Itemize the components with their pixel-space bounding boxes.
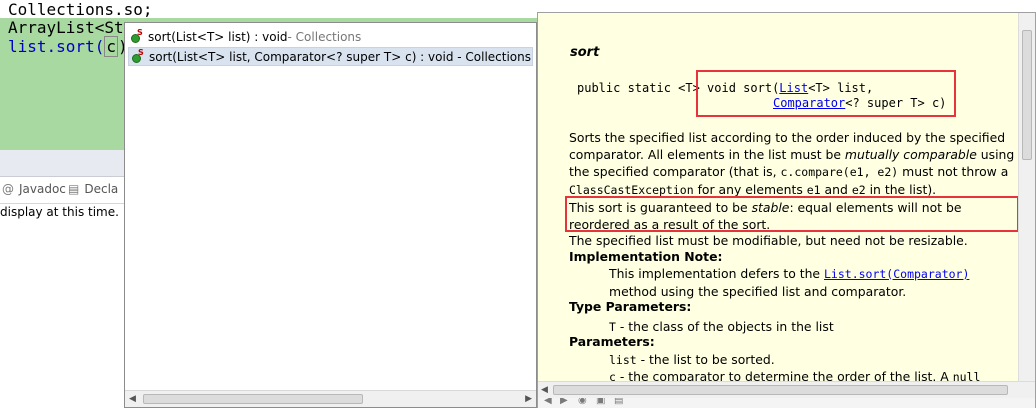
code-line-2[interactable]: ArrayList<St: [8, 19, 124, 37]
params-header: Parameters:: [569, 334, 655, 349]
at-icon: @: [2, 182, 14, 196]
javadoc-hover-popup[interactable]: sort public static <T> void sort(List<T>…: [537, 12, 1036, 408]
code-line-1[interactable]: Collections.so;: [8, 1, 153, 19]
code-text: list.sort(: [8, 37, 105, 56]
tab-javadoc[interactable]: @ Javadoc: [2, 182, 66, 196]
public-static-method-icon: S: [131, 48, 144, 63]
stability-highlight-box: [565, 196, 1019, 232]
list-sort-link[interactable]: List.sort(Comparator): [824, 267, 969, 281]
scrollbar-thumb[interactable]: [1022, 30, 1032, 160]
proposal-signature: sort(List<T> list) : void: [148, 29, 288, 44]
proposal-item[interactable]: S sort(List<T> list) : void - Collection…: [128, 27, 533, 46]
tab-label: Decla: [84, 182, 119, 196]
public-static-method-icon: S: [130, 28, 143, 43]
horizontal-scrollbar[interactable]: ◀: [538, 381, 1035, 398]
show-in-javadoc-view-icon[interactable]: ▤: [614, 398, 623, 406]
back-icon[interactable]: ◀: [544, 398, 552, 406]
horizontal-scrollbar[interactable]: ◀ ▶: [125, 390, 536, 407]
scroll-left-icon[interactable]: ◀: [129, 394, 136, 404]
impl-note-text: This implementation defers to the List.s…: [609, 266, 970, 299]
proposal-detail: - Collections: [287, 29, 362, 44]
scrollbar-thumb[interactable]: [143, 394, 363, 404]
code-line-3[interactable]: list.sort(c): [8, 36, 128, 57]
type-param-t: T - the class of the objects in the list: [609, 319, 834, 334]
doc-description: Sorts the specified list according to th…: [569, 130, 1015, 197]
code-text: ArrayList<St: [8, 18, 124, 37]
scrollbar-thumb[interactable]: [553, 385, 1008, 395]
panel-message: display at this time.: [0, 205, 119, 219]
scroll-right-icon[interactable]: ▶: [525, 394, 532, 404]
impl-note-header: Implementation Note:: [569, 249, 723, 264]
linked-argument[interactable]: c: [104, 36, 118, 57]
panel-divider: [0, 150, 125, 176]
doc-modifiable-note: The specified list must be modifiable, b…: [569, 233, 968, 248]
proposal-signature: sort(List<T> list, Comparator<? super T>…: [149, 49, 532, 64]
open-attached-javadoc-icon[interactable]: ◉: [578, 398, 587, 406]
tab-declaration[interactable]: ▤ Decla: [68, 182, 118, 196]
tab-label: Javadoc: [19, 182, 66, 196]
scroll-left-icon[interactable]: ◀: [541, 385, 548, 395]
proposal-item-selected[interactable]: S sort(List<T> list, Comparator<? super …: [128, 47, 533, 66]
declaration-icon: ▤: [68, 182, 80, 196]
bottom-panel-tabs: @ Javadoc ▤ Decla: [0, 176, 125, 204]
signature-highlight-box: [696, 70, 956, 117]
open-declaration-icon[interactable]: ▣: [596, 398, 605, 406]
doc-title: sort: [570, 45, 600, 60]
vertical-scrollbar[interactable]: [1018, 13, 1035, 381]
param-list: list - the list to be sorted.: [609, 352, 775, 367]
type-params-header: Type Parameters:: [569, 299, 692, 314]
code-text: Collections.so;: [8, 0, 153, 19]
forward-icon[interactable]: ▶: [560, 398, 568, 406]
content-assist-popup[interactable]: S sort(List<T> list) : void - Collection…: [124, 22, 537, 408]
javadoc-toolbar: ◀ ▶ ◉ ▣ ▤: [538, 398, 1035, 408]
